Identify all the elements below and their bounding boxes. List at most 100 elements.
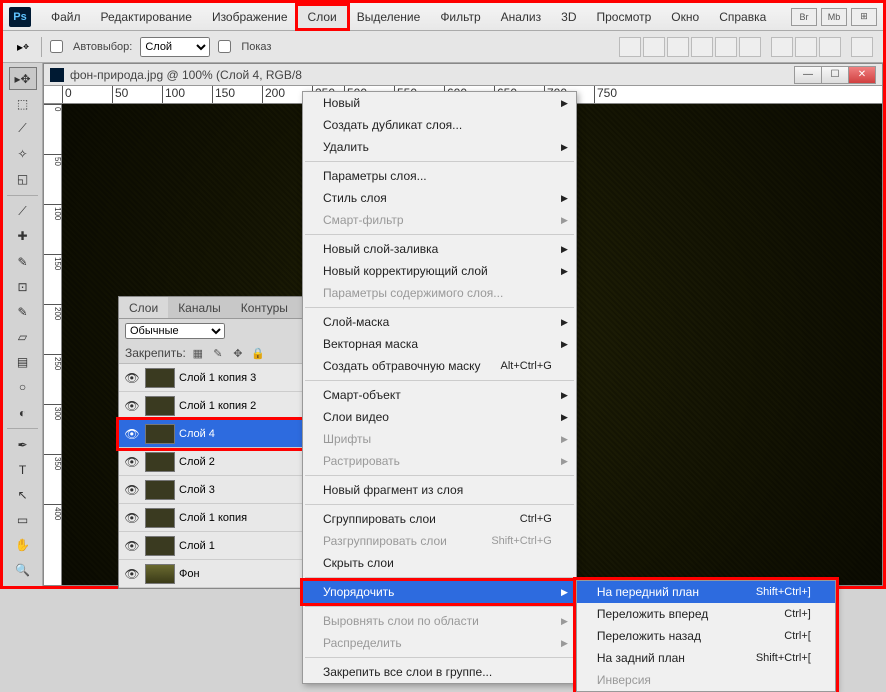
visibility-icon[interactable]: 👁	[123, 427, 141, 441]
bridge-button[interactable]: Br	[791, 8, 817, 26]
layer-row[interactable]: 👁Слой 2	[119, 448, 307, 476]
align-btn[interactable]	[643, 37, 665, 57]
panel-tab-1[interactable]: Каналы	[168, 297, 231, 318]
align-btn[interactable]	[667, 37, 689, 57]
menu-item[interactable]: Слой-маска▶	[303, 311, 576, 333]
menu-item[interactable]: Слои видео▶	[303, 406, 576, 428]
submenu-item[interactable]: На задний планShift+Ctrl+[	[577, 647, 835, 669]
autoselect-target[interactable]: Слой	[140, 37, 210, 57]
layer-thumbnail[interactable]	[145, 452, 175, 472]
move-tool[interactable]: ▸✥	[9, 67, 37, 90]
menu-фильтр[interactable]: Фильтр	[430, 6, 490, 28]
menu-просмотр[interactable]: Просмотр	[586, 6, 661, 28]
visibility-icon[interactable]: 👁	[123, 567, 141, 581]
eraser-tool[interactable]: ▱	[9, 326, 37, 349]
menu-item[interactable]: Создать дубликат слоя...	[303, 114, 576, 136]
lock-pixels-icon[interactable]: ✎	[210, 345, 226, 361]
layer-thumbnail[interactable]	[145, 368, 175, 388]
layer-row[interactable]: 👁Слой 3	[119, 476, 307, 504]
brush-tool[interactable]: ✎	[9, 250, 37, 273]
distribute-btn[interactable]	[795, 37, 817, 57]
arrange-button[interactable]: ⊞	[851, 8, 877, 26]
menu-item[interactable]: Стиль слоя▶	[303, 187, 576, 209]
close-button[interactable]: ✕	[848, 66, 876, 84]
hand-tool[interactable]: ✋	[9, 534, 37, 557]
layer-row[interactable]: 👁Слой 4	[119, 420, 307, 448]
layer-thumbnail[interactable]	[145, 396, 175, 416]
eyedrop-tool[interactable]: ⟋	[9, 200, 37, 223]
menu-выделение[interactable]: Выделение	[347, 6, 431, 28]
menu-item[interactable]: Скрыть слои	[303, 552, 576, 574]
layer-thumbnail[interactable]	[145, 564, 175, 584]
menu-анализ[interactable]: Анализ	[491, 6, 552, 28]
menu-item[interactable]: Создать обтравочную маскуAlt+Ctrl+G	[303, 355, 576, 377]
blend-mode-select[interactable]: Обычные	[125, 323, 225, 339]
align-btn[interactable]	[739, 37, 761, 57]
layer-row[interactable]: 👁Слой 1 копия	[119, 504, 307, 532]
visibility-icon[interactable]: 👁	[123, 399, 141, 413]
marquee-tool[interactable]: ⬚	[9, 92, 37, 115]
wand-tool[interactable]: ✧	[9, 142, 37, 165]
stamp-tool[interactable]: ⊡	[9, 275, 37, 298]
layer-row[interactable]: 👁Фон	[119, 560, 307, 588]
menu-окно[interactable]: Окно	[661, 6, 709, 28]
lasso-tool[interactable]: ⟋	[9, 117, 37, 140]
heal-tool[interactable]: ✚	[9, 225, 37, 248]
submenu-item[interactable]: Переложить впередCtrl+]	[577, 603, 835, 625]
submenu-item[interactable]: На передний планShift+Ctrl+]	[577, 581, 835, 603]
lock-all-icon[interactable]: 🔒	[250, 345, 266, 361]
menu-item[interactable]: Новый корректирующий слой▶	[303, 260, 576, 282]
crop-tool[interactable]: ◱	[9, 168, 37, 191]
menu-справка[interactable]: Справка	[709, 6, 776, 28]
menu-item[interactable]: Удалить▶	[303, 136, 576, 158]
layers-panel[interactable]: СлоиКаналыКонтуры Обычные Закрепить: ▦ ✎…	[118, 296, 308, 589]
visibility-icon[interactable]: 👁	[123, 371, 141, 385]
align-btn[interactable]	[619, 37, 641, 57]
distribute-btn[interactable]	[771, 37, 793, 57]
layer-row[interactable]: 👁Слой 1 копия 3	[119, 364, 307, 392]
menu-item[interactable]: Новый фрагмент из слоя	[303, 479, 576, 501]
visibility-icon[interactable]: 👁	[123, 539, 141, 553]
menu-изображение[interactable]: Изображение	[202, 6, 298, 28]
type-tool[interactable]: T	[9, 458, 37, 481]
history-tool[interactable]: ✎	[9, 300, 37, 323]
menu-item[interactable]: Смарт-объект▶	[303, 384, 576, 406]
menu-item[interactable]: Сгруппировать слоиCtrl+G	[303, 508, 576, 530]
maximize-button[interactable]: ☐	[821, 66, 849, 84]
panel-tab-0[interactable]: Слои	[119, 297, 168, 318]
visibility-icon[interactable]: 👁	[123, 483, 141, 497]
show-transform-checkbox[interactable]	[218, 40, 231, 53]
menu-слои[interactable]: Слои	[298, 6, 347, 28]
auto-align-btn[interactable]	[851, 37, 873, 57]
menu-item[interactable]: Новый слой-заливка▶	[303, 238, 576, 260]
menu-item[interactable]: Параметры слоя...	[303, 165, 576, 187]
align-btn[interactable]	[691, 37, 713, 57]
layer-thumbnail[interactable]	[145, 508, 175, 528]
lock-transparency-icon[interactable]: ▦	[190, 345, 206, 361]
layer-thumbnail[interactable]	[145, 424, 175, 444]
visibility-icon[interactable]: 👁	[123, 455, 141, 469]
visibility-icon[interactable]: 👁	[123, 511, 141, 525]
distribute-btn[interactable]	[819, 37, 841, 57]
menu-item[interactable]: Упорядочить▶На передний планShift+Ctrl+]…	[303, 581, 576, 603]
menu-item[interactable]: Новый▶	[303, 92, 576, 114]
minimize-button[interactable]: —	[794, 66, 822, 84]
layer-thumbnail[interactable]	[145, 536, 175, 556]
pen-tool[interactable]: ✒	[9, 433, 37, 456]
panel-tab-2[interactable]: Контуры	[231, 297, 298, 318]
menu-item[interactable]: Векторная маска▶	[303, 333, 576, 355]
menu-файл[interactable]: Файл	[41, 6, 91, 28]
autoselect-checkbox[interactable]	[50, 40, 63, 53]
blur-tool[interactable]: ○	[9, 376, 37, 399]
gradient-tool[interactable]: ▤	[9, 351, 37, 374]
document-titlebar[interactable]: фон-природа.jpg @ 100% (Слой 4, RGB/8 — …	[44, 64, 882, 86]
menu-item[interactable]: Закрепить все слои в группе...	[303, 661, 576, 683]
zoom-tool[interactable]: 🔍	[9, 559, 37, 582]
submenu-item[interactable]: Переложить назадCtrl+[	[577, 625, 835, 647]
dodge-tool[interactable]: ◐	[9, 401, 37, 424]
lock-position-icon[interactable]: ✥	[230, 345, 246, 361]
menu-редактирование[interactable]: Редактирование	[91, 6, 202, 28]
layer-row[interactable]: 👁Слой 1 копия 2	[119, 392, 307, 420]
menu-3d[interactable]: 3D	[551, 6, 586, 28]
minibridge-button[interactable]: Mb	[821, 8, 847, 26]
